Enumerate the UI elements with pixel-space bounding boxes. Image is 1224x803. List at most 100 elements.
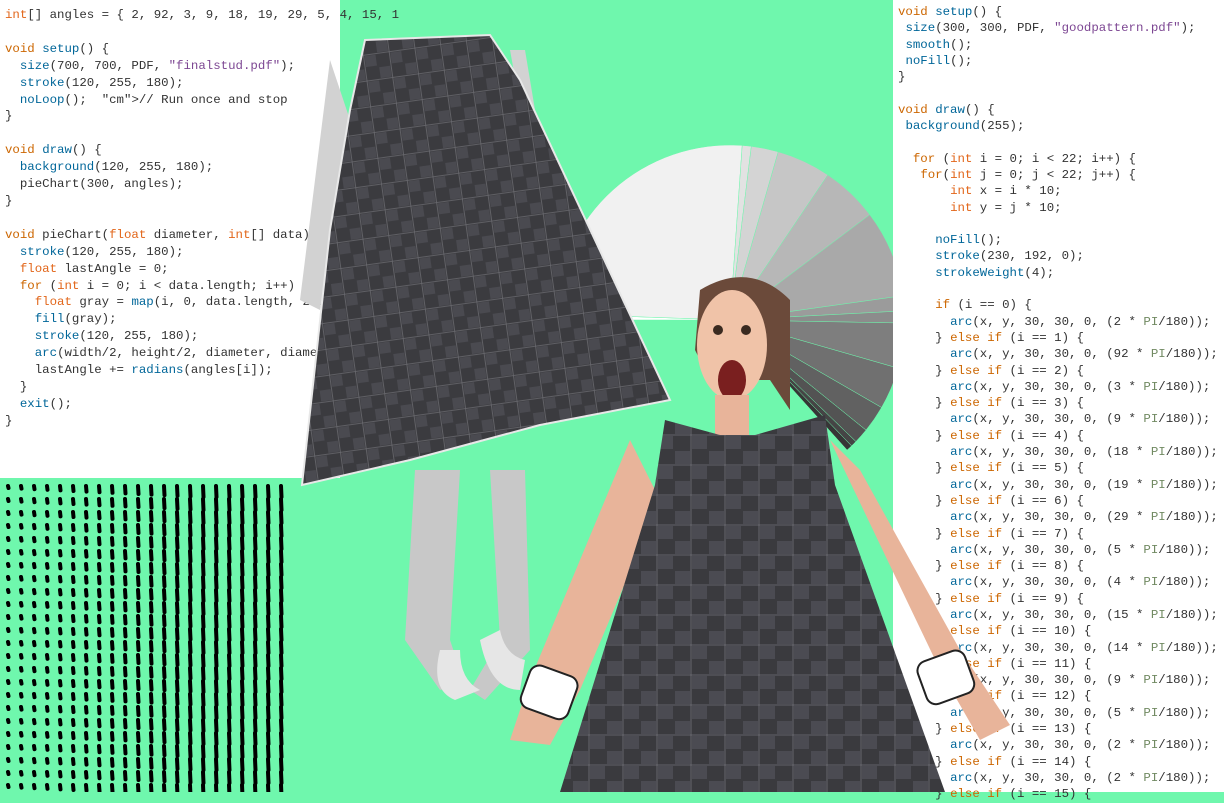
pattern-dot: [214, 549, 219, 564]
pattern-dot: [266, 666, 271, 681]
pattern-dot: [6, 536, 11, 542]
pattern-dot: [162, 705, 167, 719]
pattern-dot: [58, 757, 63, 766]
pattern-dot: [32, 523, 37, 531]
pattern-dot: [201, 692, 206, 707]
pattern-dot: [45, 692, 50, 700]
pattern-dot: [19, 497, 24, 504]
pattern-dot: [84, 731, 89, 741]
pattern-dot: [45, 718, 50, 726]
pattern-dot: [162, 757, 167, 771]
pattern-dot: [162, 601, 167, 615]
pattern-dot: [201, 549, 206, 564]
pattern-dot: [227, 653, 232, 668]
pattern-dot: [266, 770, 271, 785]
pattern-dot: [175, 640, 180, 654]
pattern-dot: [201, 484, 206, 499]
pattern-dot: [149, 770, 154, 783]
pattern-dot: [71, 575, 76, 584]
pattern-dot: [123, 731, 128, 743]
pattern-dot: [6, 718, 11, 724]
pattern-dot: [110, 497, 115, 508]
pattern-dot: [19, 718, 24, 725]
pattern-dot: [227, 497, 232, 512]
pattern-dot: [58, 484, 63, 493]
pattern-dot: [84, 705, 89, 715]
pattern-dot: [19, 484, 24, 491]
pattern-dot: [175, 731, 180, 745]
pattern-dot: [266, 497, 271, 512]
pattern-dot: [279, 562, 284, 577]
pattern-dot: [84, 627, 89, 637]
pattern-dot: [214, 705, 219, 720]
pattern-dot: [123, 770, 128, 782]
pattern-dot: [175, 614, 180, 628]
pattern-dot: [240, 497, 245, 512]
pattern-dot: [19, 744, 24, 751]
pattern-dot: [110, 653, 115, 664]
pattern-dot: [97, 718, 102, 729]
pattern-dot: [149, 627, 154, 640]
pattern-dot: [214, 731, 219, 746]
pattern-dot: [149, 757, 154, 770]
pattern-dot: [240, 536, 245, 551]
pattern-dot: [266, 718, 271, 733]
pattern-dot: [19, 575, 24, 582]
pattern-dot: [201, 653, 206, 668]
pattern-dot: [214, 484, 219, 499]
pattern-dot: [84, 484, 89, 494]
pattern-dot: [123, 692, 128, 704]
pattern-dot: [240, 588, 245, 603]
pattern-dot: [58, 523, 63, 532]
pattern-dot: [214, 627, 219, 642]
pattern-dot: [6, 783, 11, 789]
pattern-dot: [266, 640, 271, 655]
pattern-dot: [253, 614, 258, 629]
pattern-dot: [149, 549, 154, 562]
pattern-dot: [45, 601, 50, 609]
pattern-dot: [97, 588, 102, 599]
pattern-dot: [45, 783, 50, 791]
pattern-dot: [227, 692, 232, 707]
pattern-dot: [240, 757, 245, 772]
pattern-dot: [253, 484, 258, 499]
pattern-dot: [19, 640, 24, 647]
pattern-dot: [71, 757, 76, 766]
pattern-dot: [240, 783, 245, 792]
pattern-dot: [266, 783, 271, 792]
pattern-dot: [6, 705, 11, 711]
pattern-dot: [32, 783, 37, 791]
pattern-dot: [279, 666, 284, 681]
pattern-dot: [227, 562, 232, 577]
pattern-dot: [123, 718, 128, 730]
pattern-dot: [279, 692, 284, 707]
pattern-dot: [110, 510, 115, 521]
pattern-dot: [19, 614, 24, 621]
pattern-dot: [19, 653, 24, 660]
pattern-dot: [240, 692, 245, 707]
pattern-dot: [188, 770, 193, 785]
pattern-dot: [58, 744, 63, 753]
pattern-dot: [110, 562, 115, 573]
pattern-dot: [149, 666, 154, 679]
pattern-dot: [71, 744, 76, 753]
pattern-dot: [19, 731, 24, 738]
pattern-dot: [45, 653, 50, 661]
pattern-dot: [45, 497, 50, 505]
pattern-dot: [45, 484, 50, 492]
pattern-dot: [136, 640, 141, 652]
pattern-dot: [110, 679, 115, 690]
pattern-dot: [136, 744, 141, 756]
pattern-dot: [32, 549, 37, 557]
pattern-dot: [175, 575, 180, 589]
pattern-dot: [32, 497, 37, 505]
pattern-dot: [6, 601, 11, 607]
pattern-dot: [266, 653, 271, 668]
pattern-dot: [71, 653, 76, 662]
code-line: void draw() {: [898, 102, 995, 117]
pattern-dot: [71, 705, 76, 714]
pattern-dot: [149, 588, 154, 601]
pattern-dot: [201, 562, 206, 577]
pattern-dot: [201, 510, 206, 525]
pattern-dot: [175, 718, 180, 732]
